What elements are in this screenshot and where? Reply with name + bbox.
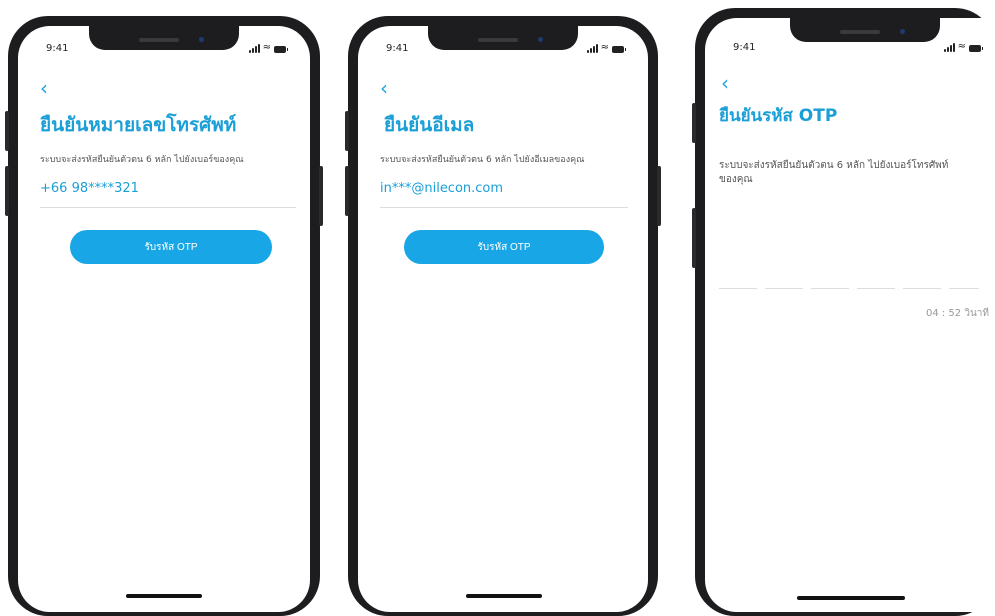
otp-digit-input[interactable] xyxy=(811,288,849,289)
home-indicator xyxy=(126,594,202,598)
camera xyxy=(199,37,204,42)
side-button xyxy=(5,166,9,216)
notch xyxy=(790,18,940,42)
status-time: 9:41 xyxy=(386,43,409,54)
wifi-icon: ≈ xyxy=(262,42,271,53)
phone-frame-3: 9:41 ≈ ‹ ยืนยันรหัส OTP ระบบจะส่งรหัสยืน… xyxy=(692,8,995,616)
camera xyxy=(538,37,543,42)
phone-screen-2: 9:41 ≈ ‹ ยืนยันอีเมล ระบบจะส่งรหัสยืนยัน… xyxy=(358,26,648,612)
side-button xyxy=(345,111,349,151)
camera xyxy=(900,29,905,34)
battery-icon xyxy=(969,45,983,52)
power-button xyxy=(319,166,323,226)
wifi-icon: ≈ xyxy=(600,42,609,53)
battery-icon xyxy=(274,46,288,53)
field-divider xyxy=(380,207,628,208)
otp-digit-input[interactable] xyxy=(719,288,757,289)
otp-countdown-timer: 04 : 52 วินาที xyxy=(925,308,989,319)
phone-screen-3: 9:41 ≈ ‹ ยืนยันรหัส OTP ระบบจะส่งรหัสยืน… xyxy=(705,18,995,612)
wifi-icon: ≈ xyxy=(957,41,966,52)
phone-frame-2: 9:41 ≈ ‹ ยืนยันอีเมล ระบบจะส่งรหัสยืนยัน… xyxy=(345,16,661,616)
status-icons: ≈ xyxy=(586,42,626,53)
description: ระบบจะส่งรหัสยืนยันตัวตน 6 หลัก ไปยังเบอ… xyxy=(40,155,244,165)
otp-digit-input[interactable] xyxy=(857,288,895,289)
email-value: in***@nilecon.com xyxy=(380,181,504,196)
page-title: ยืนยันหมายเลขโทรศัพท์ xyxy=(40,114,237,136)
side-button xyxy=(692,208,696,268)
description: ระบบจะส่งรหัสยืนยันตัวตน 6 หลัก ไปยังอีเ… xyxy=(380,155,585,165)
status-icons: ≈ xyxy=(943,41,983,52)
speaker xyxy=(478,38,518,42)
field-divider xyxy=(40,207,296,208)
home-indicator xyxy=(466,594,542,598)
chevron-left-icon[interactable]: ‹ xyxy=(40,78,48,98)
side-button xyxy=(5,111,9,151)
notch xyxy=(89,26,239,50)
signal-icon xyxy=(248,44,260,53)
speaker xyxy=(139,38,179,42)
otp-digit-input[interactable] xyxy=(949,288,979,289)
description: ระบบจะส่งรหัสยืนยันตัวตน 6 หลัก ไปยังเบอ… xyxy=(719,160,949,185)
side-button xyxy=(692,103,696,143)
battery-icon xyxy=(612,46,626,53)
otp-digit-input[interactable] xyxy=(903,288,941,289)
status-icons: ≈ xyxy=(248,42,288,53)
status-time: 9:41 xyxy=(46,43,69,54)
otp-digit-input[interactable] xyxy=(765,288,803,289)
page-title: ยืนยันรหัส OTP xyxy=(719,106,838,126)
page-title: ยืนยันอีเมล xyxy=(384,114,475,136)
phone-number-value: +66 98****321 xyxy=(40,181,139,196)
signal-icon xyxy=(586,44,598,53)
status-time: 9:41 xyxy=(733,42,756,53)
chevron-left-icon[interactable]: ‹ xyxy=(380,78,388,98)
power-button xyxy=(657,166,661,226)
notch xyxy=(428,26,578,50)
request-otp-button[interactable]: รับรหัส OTP xyxy=(404,230,604,264)
side-button xyxy=(345,166,349,216)
phone-frame-1: 9:41 ≈ ‹ ยืนยันหมายเลขโทรศัพท์ ระบบจะส่ง… xyxy=(5,16,323,616)
phone-screen-1: 9:41 ≈ ‹ ยืนยันหมายเลขโทรศัพท์ ระบบจะส่ง… xyxy=(18,26,310,612)
signal-icon xyxy=(943,43,955,52)
home-indicator xyxy=(797,596,905,600)
chevron-left-icon[interactable]: ‹ xyxy=(721,73,729,93)
speaker xyxy=(840,30,880,34)
request-otp-button[interactable]: รับรหัส OTP xyxy=(70,230,272,264)
otp-input-row xyxy=(719,288,979,289)
